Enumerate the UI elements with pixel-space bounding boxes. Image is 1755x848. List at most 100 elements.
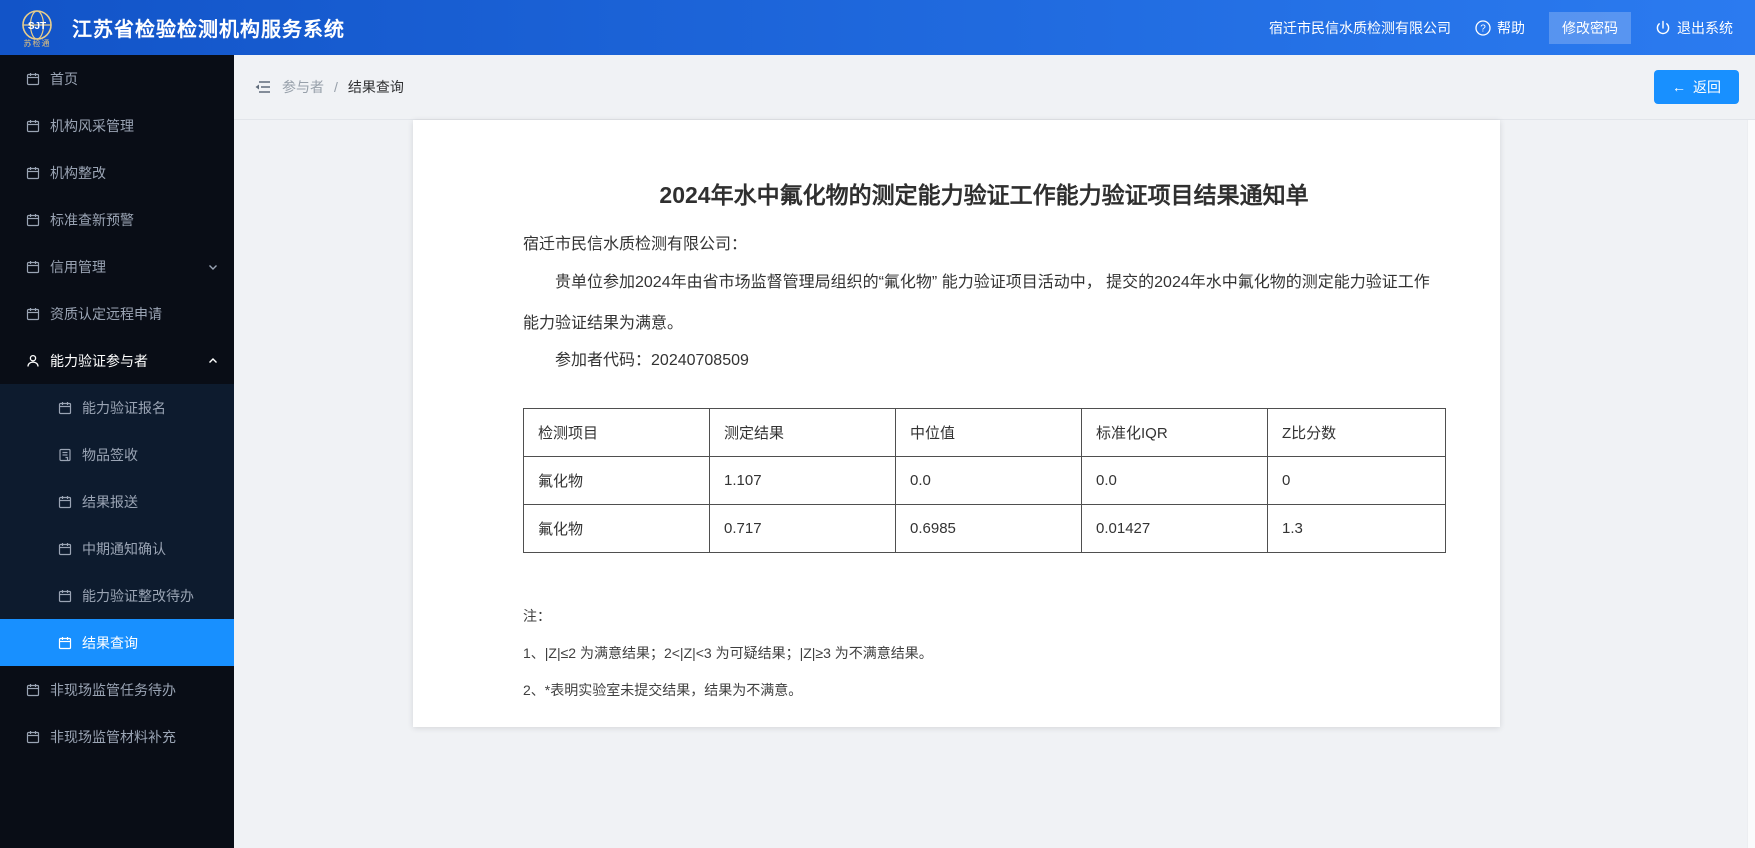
calendar-icon	[26, 307, 40, 321]
sidebar-item-label: 物品签收	[82, 446, 138, 463]
help-button[interactable]: ? 帮助	[1475, 18, 1525, 38]
svg-text:SJT: SJT	[28, 21, 46, 32]
app-header: SJT 苏检通 江苏省检验检测机构服务系统 宿迁市民信水质检测有限公司 ? 帮助…	[0, 0, 1755, 55]
calendar-icon	[58, 589, 72, 603]
submenu-item-result-report[interactable]: 结果报送	[0, 478, 234, 525]
submenu-item-goods-receipt[interactable]: 物品签收	[0, 431, 234, 478]
svg-text:?: ?	[1480, 23, 1486, 34]
sidebar-item-offsite-materials[interactable]: 非现场监管材料补充	[0, 713, 234, 760]
table-header-cell: 中位值	[895, 408, 1082, 457]
logo-subtitle: 苏检通	[23, 38, 51, 48]
clipboard-icon	[58, 448, 72, 462]
calendar-icon	[26, 72, 40, 86]
sidebar: 首页 机构风采管理 机构整改 标准查新预警 信用管理 资质认定远程申请 能力验证…	[0, 55, 234, 848]
document-body: 贵单位参加2024年由省市场监督管理局组织的“氟化物” 能力验证项目活动中， 提…	[523, 274, 1430, 332]
table-header-cell: 检测项目	[523, 408, 710, 457]
person-icon	[26, 354, 40, 368]
app-logo: SJT 苏检通	[14, 3, 60, 53]
submenu-item-midterm-confirm[interactable]: 中期通知确认	[0, 525, 234, 572]
breadcrumb-parent[interactable]: 参与者	[282, 77, 324, 97]
sidebar-item-credit-management[interactable]: 信用管理	[0, 243, 234, 290]
participant-code-value: 20240708509	[651, 352, 749, 369]
sidebar-item-label: 中期通知确认	[82, 540, 166, 557]
calendar-icon	[26, 166, 40, 180]
participant-code-line: 参加者代码：20240708509	[523, 344, 1445, 378]
sidebar-group-pt-participant[interactable]: 能力验证参与者	[0, 337, 234, 384]
table-cell: 0	[1267, 456, 1446, 505]
calendar-icon	[58, 401, 72, 415]
sidebar-item-offsite-tasks[interactable]: 非现场监管任务待办	[0, 666, 234, 713]
sidebar-item-label: 信用管理	[50, 258, 106, 275]
breadcrumb-current: 结果查询	[347, 79, 404, 95]
calendar-icon	[58, 542, 72, 556]
logout-button[interactable]: 退出系统	[1655, 18, 1733, 38]
breadcrumb: 参与者 / 结果查询	[254, 77, 404, 97]
chevron-up-icon	[208, 356, 218, 366]
app-title: 江苏省检验检测机构服务系统	[72, 19, 345, 41]
sidebar-submenu: 能力验证报名 物品签收 结果报送 中期通知确认 能力验证整改待办 结果查询	[0, 384, 234, 666]
help-icon: ?	[1475, 19, 1491, 36]
table-cell: 氟化物	[523, 456, 710, 505]
calendar-icon	[26, 683, 40, 697]
sidebar-item-label: 能力验证报名	[82, 399, 166, 416]
sidebar-item-label: 结果查询	[82, 634, 138, 651]
table-row: 氟化物 1.107 0.0 0.0 0	[523, 456, 1446, 505]
result-notice-document: 2024年水中氟化物的测定能力验证工作能力验证项目结果通知单 宿迁市民信水质检测…	[413, 120, 1500, 727]
submenu-item-result-query[interactable]: 结果查询	[0, 619, 234, 666]
back-button[interactable]: ← 返回	[1654, 70, 1739, 104]
sidebar-item-label: 首页	[50, 70, 78, 87]
note-line: 2、*表明实验室未提交结果，结果为不满意。	[523, 682, 803, 698]
table-header-cell: 测定结果	[709, 408, 896, 457]
table-cell: 0.01427	[1081, 504, 1268, 553]
chevron-down-icon	[208, 262, 218, 272]
sidebar-item-label: 机构整改	[50, 164, 106, 181]
participant-code-label: 参加者代码：	[555, 352, 652, 369]
change-password-button[interactable]: 修改密码	[1549, 11, 1631, 44]
table-cell: 0.0	[1081, 456, 1268, 505]
table-cell: 0.0	[895, 456, 1082, 505]
sidebar-item-org-profile[interactable]: 机构风采管理	[0, 102, 234, 149]
sidebar-item-org-rectification[interactable]: 机构整改	[0, 149, 234, 196]
calendar-icon	[26, 213, 40, 227]
sidebar-item-label: 非现场监管材料补充	[50, 728, 176, 745]
sidebar-item-qualification-remote[interactable]: 资质认定远程申请	[0, 290, 234, 337]
sidebar-item-label: 能力验证参与者	[50, 352, 148, 369]
notes-title: 注：	[523, 608, 551, 624]
company-name: 宿迁市民信水质检测有限公司	[1269, 19, 1451, 36]
sidebar-item-label: 机构风采管理	[50, 117, 134, 134]
back-arrow-icon: ←	[1672, 79, 1686, 95]
document-title: 2024年水中氟化物的测定能力验证工作能力验证项目结果通知单	[659, 182, 1309, 208]
content-area: 2024年水中氟化物的测定能力验证工作能力验证项目结果通知单 宿迁市民信水质检测…	[234, 120, 1755, 848]
document-salutation: 宿迁市民信水质检测有限公司：	[523, 236, 748, 253]
sidebar-item-label: 资质认定远程申请	[50, 305, 162, 322]
scrollbar[interactable]	[1747, 120, 1755, 848]
sidebar-item-label: 非现场监管任务待办	[50, 681, 176, 698]
toolbar: 参与者 / 结果查询 ← 返回	[234, 55, 1755, 120]
sidebar-item-home[interactable]: 首页	[0, 55, 234, 102]
sidebar-item-label: 标准查新预警	[50, 211, 134, 228]
table-cell: 1.3	[1267, 504, 1446, 553]
globe-logo-icon: SJT	[22, 9, 52, 40]
submenu-item-pt-rectification-todo[interactable]: 能力验证整改待办	[0, 572, 234, 619]
collapse-sidebar-icon[interactable]	[254, 79, 272, 95]
sidebar-item-label: 结果报送	[82, 493, 138, 510]
table-cell: 0.717	[709, 504, 896, 553]
breadcrumb-separator: /	[334, 79, 338, 95]
calendar-icon	[26, 730, 40, 744]
table-cell: 氟化物	[523, 504, 710, 553]
table-header-row: 检测项目 测定结果 中位值 标准化IQR Z比分数	[523, 408, 1446, 457]
calendar-icon	[26, 260, 40, 274]
calendar-icon	[58, 495, 72, 509]
table-header-cell: 标准化IQR	[1081, 408, 1268, 457]
sidebar-item-standard-alert[interactable]: 标准查新预警	[0, 196, 234, 243]
power-icon	[1656, 20, 1670, 34]
calendar-icon	[26, 119, 40, 133]
table-cell: 1.107	[709, 456, 896, 505]
table-header-cell: Z比分数	[1267, 408, 1446, 457]
table-cell: 0.6985	[895, 504, 1082, 553]
table-row: 氟化物 0.717 0.6985 0.01427 1.3	[523, 504, 1446, 553]
note-line: 1、|Z|≤2 为满意结果；2<|Z|<3 为可疑结果；|Z|≥3 为不满意结果…	[523, 645, 933, 661]
sidebar-item-label: 能力验证整改待办	[82, 587, 194, 604]
result-table: 检测项目 测定结果 中位值 标准化IQR Z比分数 氟化物 1.107 0.0 …	[523, 408, 1446, 553]
submenu-item-pt-signup[interactable]: 能力验证报名	[0, 384, 234, 431]
